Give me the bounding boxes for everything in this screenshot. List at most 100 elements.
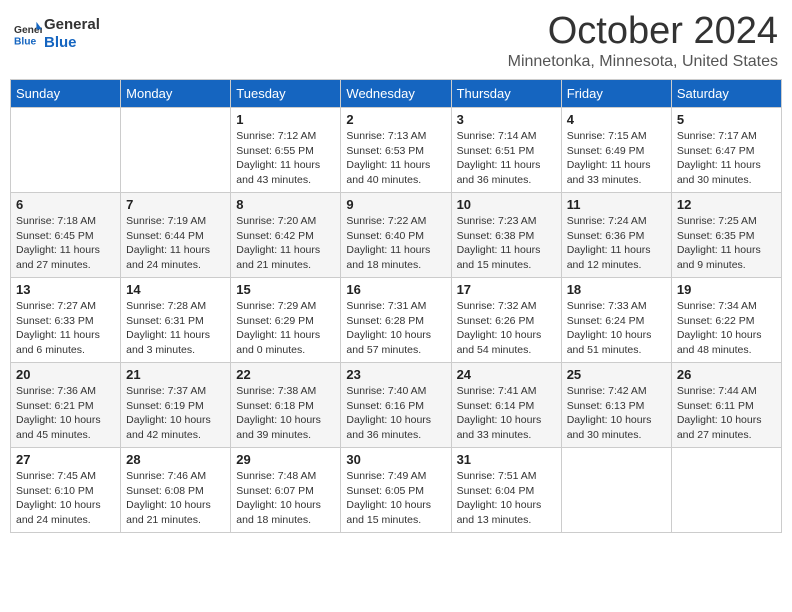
calendar-cell: 22 Sunrise: 7:38 AMSunset: 6:18 PMDayligh… <box>231 363 341 448</box>
day-number: 20 <box>16 367 115 382</box>
calendar-cell: 3Sunrise: 7:14 AMSunset: 6:51 PMDaylight… <box>451 108 561 193</box>
calendar-cell: 30 Sunrise: 7:49 AMSunset: 6:05 PMDayligh… <box>341 448 451 533</box>
day-number: 5 <box>677 112 776 127</box>
day-number: 28 <box>126 452 225 467</box>
day-info: Sunrise: 7:13 AMSunset: 6:53 PMDaylight:… <box>346 129 445 188</box>
day-info: Sunrise: 7:19 AMSunset: 6:44 PMDaylight:… <box>126 214 225 273</box>
calendar-week-row: 1 Sunrise: 7:12 AMSunset: 6:55 PMDaylight… <box>11 108 782 193</box>
day-info: Sunrise: 7:29 AMSunset: 6:29 PMDaylight:… <box>236 299 335 358</box>
calendar-cell: 31 Sunrise: 7:51 AMSunset: 6:04 PMDayligh… <box>451 448 561 533</box>
day-number: 17 <box>457 282 556 297</box>
calendar-week-row: 27 Sunrise: 7:45 AMSunset: 6:10 PMDayligh… <box>11 448 782 533</box>
day-number: 26 <box>677 367 776 382</box>
day-info: Sunrise: 7:41 AMSunset: 6:14 PMDaylight:… <box>457 384 556 443</box>
day-info: Sunrise: 7:40 AMSunset: 6:16 PMDaylight:… <box>346 384 445 443</box>
day-info: Sunrise: 7:37 AMSunset: 6:19 PMDaylight:… <box>126 384 225 443</box>
calendar-cell: 18Sunrise: 7:33 AMSunset: 6:24 PMDayligh… <box>561 278 671 363</box>
day-info: Sunrise: 7:51 AMSunset: 6:04 PMDaylight:… <box>457 469 556 528</box>
day-info: Sunrise: 7:31 AMSunset: 6:28 PMDaylight:… <box>346 299 445 358</box>
calendar-body: 1 Sunrise: 7:12 AMSunset: 6:55 PMDaylight… <box>11 108 782 533</box>
day-info: Sunrise: 7:27 AMSunset: 6:33 PMDaylight:… <box>16 299 115 358</box>
day-number: 6 <box>16 197 115 212</box>
calendar-cell <box>121 108 231 193</box>
svg-text:Blue: Blue <box>14 36 37 47</box>
calendar-cell: 4 Sunrise: 7:15 AMSunset: 6:49 PMDaylight… <box>561 108 671 193</box>
day-info: Sunrise: 7:12 AMSunset: 6:55 PMDaylight:… <box>236 129 335 188</box>
day-number: 12 <box>677 197 776 212</box>
calendar-cell: 15 Sunrise: 7:29 AMSunset: 6:29 PMDayligh… <box>231 278 341 363</box>
calendar-cell: 24 Sunrise: 7:41 AMSunset: 6:14 PMDayligh… <box>451 363 561 448</box>
day-of-week-header: Tuesday <box>231 80 341 108</box>
calendar-cell <box>561 448 671 533</box>
day-number: 31 <box>457 452 556 467</box>
day-of-week-header: Friday <box>561 80 671 108</box>
day-number: 19 <box>677 282 776 297</box>
day-info: Sunrise: 7:44 AMSunset: 6:11 PMDaylight:… <box>677 384 776 443</box>
day-of-week-header: Thursday <box>451 80 561 108</box>
calendar-cell <box>11 108 121 193</box>
calendar-cell: 11 Sunrise: 7:24 AMSunset: 6:36 PMDayligh… <box>561 193 671 278</box>
calendar-cell: 16Sunrise: 7:31 AMSunset: 6:28 PMDayligh… <box>341 278 451 363</box>
day-number: 4 <box>567 112 666 127</box>
calendar-cell: 14 Sunrise: 7:28 AMSunset: 6:31 PMDayligh… <box>121 278 231 363</box>
day-info: Sunrise: 7:22 AMSunset: 6:40 PMDaylight:… <box>346 214 445 273</box>
day-info: Sunrise: 7:18 AMSunset: 6:45 PMDaylight:… <box>16 214 115 273</box>
calendar-cell: 9Sunrise: 7:22 AMSunset: 6:40 PMDaylight… <box>341 193 451 278</box>
day-number: 8 <box>236 197 335 212</box>
calendar-cell: 23 Sunrise: 7:40 AMSunset: 6:16 PMDayligh… <box>341 363 451 448</box>
calendar-cell: 17Sunrise: 7:32 AMSunset: 6:26 PMDayligh… <box>451 278 561 363</box>
calendar-cell: 29 Sunrise: 7:48 AMSunset: 6:07 PMDayligh… <box>231 448 341 533</box>
location-title: Minnetonka, Minnesota, United States <box>508 53 778 71</box>
day-number: 11 <box>567 197 666 212</box>
day-info: Sunrise: 7:48 AMSunset: 6:07 PMDaylight:… <box>236 469 335 528</box>
day-number: 21 <box>126 367 225 382</box>
day-info: Sunrise: 7:42 AMSunset: 6:13 PMDaylight:… <box>567 384 666 443</box>
day-info: Sunrise: 7:46 AMSunset: 6:08 PMDaylight:… <box>126 469 225 528</box>
day-number: 29 <box>236 452 335 467</box>
day-info: Sunrise: 7:25 AMSunset: 6:35 PMDaylight:… <box>677 214 776 273</box>
day-number: 27 <box>16 452 115 467</box>
month-title: October 2024 <box>508 10 778 53</box>
calendar-cell: 7 Sunrise: 7:19 AMSunset: 6:44 PMDaylight… <box>121 193 231 278</box>
calendar-cell <box>671 448 781 533</box>
day-info: Sunrise: 7:20 AMSunset: 6:42 PMDaylight:… <box>236 214 335 273</box>
day-number: 7 <box>126 197 225 212</box>
day-info: Sunrise: 7:24 AMSunset: 6:36 PMDaylight:… <box>567 214 666 273</box>
day-info: Sunrise: 7:17 AMSunset: 6:47 PMDaylight:… <box>677 129 776 188</box>
calendar-cell: 28 Sunrise: 7:46 AMSunset: 6:08 PMDayligh… <box>121 448 231 533</box>
day-number: 3 <box>457 112 556 127</box>
day-info: Sunrise: 7:38 AMSunset: 6:18 PMDaylight:… <box>236 384 335 443</box>
calendar-week-row: 13Sunrise: 7:27 AMSunset: 6:33 PMDayligh… <box>11 278 782 363</box>
calendar-cell: 6 Sunrise: 7:18 AMSunset: 6:45 PMDaylight… <box>11 193 121 278</box>
day-number: 24 <box>457 367 556 382</box>
day-number: 15 <box>236 282 335 297</box>
day-number: 23 <box>346 367 445 382</box>
logo: General Blue General Blue <box>14 16 100 52</box>
day-of-week-header: Monday <box>121 80 231 108</box>
day-number: 1 <box>236 112 335 127</box>
calendar-cell: 26 Sunrise: 7:44 AMSunset: 6:11 PMDayligh… <box>671 363 781 448</box>
calendar-cell: 8 Sunrise: 7:20 AMSunset: 6:42 PMDaylight… <box>231 193 341 278</box>
calendar-cell: 12 Sunrise: 7:25 AMSunset: 6:35 PMDayligh… <box>671 193 781 278</box>
calendar-header-row: SundayMondayTuesdayWednesdayThursdayFrid… <box>11 80 782 108</box>
day-info: Sunrise: 7:36 AMSunset: 6:21 PMDaylight:… <box>16 384 115 443</box>
day-info: Sunrise: 7:28 AMSunset: 6:31 PMDaylight:… <box>126 299 225 358</box>
title-block: October 2024 Minnetonka, Minnesota, Unit… <box>508 10 778 71</box>
day-of-week-header: Sunday <box>11 80 121 108</box>
day-number: 14 <box>126 282 225 297</box>
calendar-week-row: 20 Sunrise: 7:36 AMSunset: 6:21 PMDayligh… <box>11 363 782 448</box>
calendar-cell: 13Sunrise: 7:27 AMSunset: 6:33 PMDayligh… <box>11 278 121 363</box>
day-number: 25 <box>567 367 666 382</box>
day-of-week-header: Saturday <box>671 80 781 108</box>
day-info: Sunrise: 7:15 AMSunset: 6:49 PMDaylight:… <box>567 129 666 188</box>
day-number: 30 <box>346 452 445 467</box>
calendar-table: SundayMondayTuesdayWednesdayThursdayFrid… <box>10 79 782 533</box>
day-number: 22 <box>236 367 335 382</box>
day-info: Sunrise: 7:45 AMSunset: 6:10 PMDaylight:… <box>16 469 115 528</box>
calendar-cell: 25 Sunrise: 7:42 AMSunset: 6:13 PMDayligh… <box>561 363 671 448</box>
day-of-week-header: Wednesday <box>341 80 451 108</box>
day-info: Sunrise: 7:33 AMSunset: 6:24 PMDaylight:… <box>567 299 666 358</box>
calendar-cell: 5 Sunrise: 7:17 AMSunset: 6:47 PMDaylight… <box>671 108 781 193</box>
calendar-cell: 27 Sunrise: 7:45 AMSunset: 6:10 PMDayligh… <box>11 448 121 533</box>
day-info: Sunrise: 7:49 AMSunset: 6:05 PMDaylight:… <box>346 469 445 528</box>
